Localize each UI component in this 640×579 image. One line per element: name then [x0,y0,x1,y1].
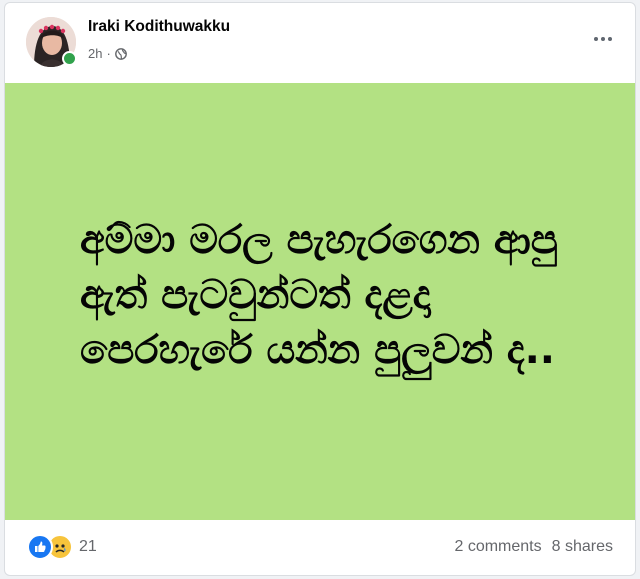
globe-icon[interactable] [114,47,127,60]
post-text: අම්මා මරල පැහැරගෙන ආපු ඇත් පැටවුන්ටත් දළ… [80,217,558,373]
engagement-stats: 2 comments 8 shares [454,538,613,556]
author-avatar[interactable] [26,17,77,67]
author-name[interactable]: Iraki Kodithuwakku [88,18,230,36]
post-header: Iraki Kodithuwakku 2h · [5,3,635,83]
shares-count-link[interactable]: 8 shares [552,538,613,556]
online-status-indicator [62,51,77,66]
reaction-count: 21 [79,538,97,555]
like-icon [27,534,53,560]
more-options-button[interactable] [589,29,617,49]
post-timestamp[interactable]: 2h [88,46,102,61]
post-meta: 2h · [88,46,127,61]
meta-separator: · [106,46,111,61]
reactions-summary[interactable]: 21 [27,534,97,560]
comments-count-link[interactable]: 2 comments [454,538,541,556]
post-stats: 21 2 comments 8 shares [5,520,635,575]
post-card: Iraki Kodithuwakku 2h · අම්මා මරල පැහැරග… [4,2,636,576]
more-options-icon [594,37,598,41]
post-content: අම්මා මරල පැහැරගෙන ආපු ඇත් පැටවුන්ටත් දළ… [5,83,635,520]
